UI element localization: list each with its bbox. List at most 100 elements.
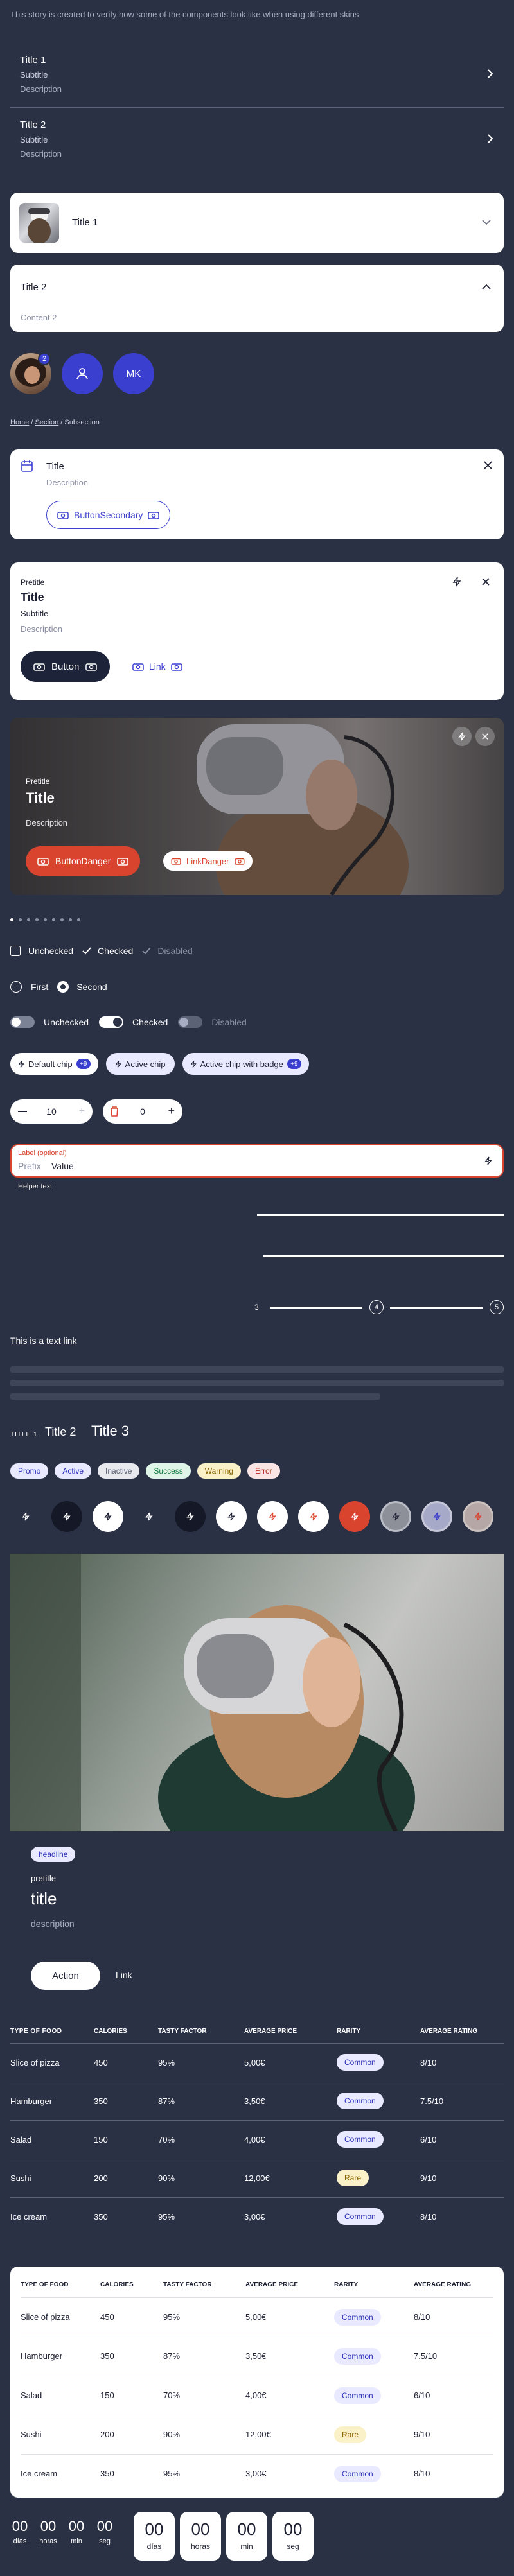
- chip-default[interactable]: Default chip +9: [10, 1053, 98, 1075]
- breadcrumb-section[interactable]: Section: [35, 419, 59, 426]
- table-cell: 90%: [163, 2430, 181, 2439]
- countdown-value: 00: [191, 2519, 210, 2539]
- icon-button-row: [10, 1501, 493, 1532]
- data-card: Pretitle Title Subtitle Description Butt…: [10, 562, 504, 700]
- radio-unselected[interactable]: [10, 981, 22, 993]
- countdown-label: seg: [99, 2537, 111, 2545]
- camera-icon: [57, 510, 69, 519]
- card-description: description: [31, 1919, 75, 1929]
- check-icon[interactable]: [142, 947, 152, 955]
- lightning-icon[interactable]: [298, 1501, 329, 1532]
- switch-disabled[interactable]: [178, 1016, 203, 1028]
- lightning-icon[interactable]: [216, 1501, 247, 1532]
- danger-link[interactable]: LinkDanger: [163, 851, 253, 871]
- table-cell: 87%: [163, 2351, 181, 2361]
- primary-button[interactable]: Button: [21, 651, 111, 682]
- countdown-label: min: [71, 2537, 82, 2545]
- lightning-icon[interactable]: [93, 1501, 123, 1532]
- table-cell: 12,00€: [245, 2430, 271, 2439]
- field-prefix: Prefix: [18, 1161, 41, 1171]
- tag-warning: Warning: [197, 1463, 241, 1479]
- danger-button[interactable]: ButtonDanger: [26, 846, 141, 876]
- primary-button-label: Button: [51, 661, 80, 672]
- lightning-icon[interactable]: [175, 1501, 206, 1532]
- lightning-icon[interactable]: [134, 1501, 164, 1532]
- table-cell: 12,00€: [244, 2173, 270, 2183]
- skeleton-line: [10, 1380, 504, 1386]
- list-item[interactable]: Title 1 Subtitle Description: [10, 46, 504, 104]
- lightning-icon[interactable]: [452, 727, 472, 746]
- radio-selected[interactable]: [57, 981, 69, 993]
- table-cell: 4,00€: [245, 2390, 267, 2400]
- list-item-title: Title 1: [20, 55, 46, 65]
- plus-icon[interactable]: +: [168, 1105, 175, 1117]
- action-link[interactable]: Link: [116, 1970, 132, 1980]
- lightning-icon[interactable]: [339, 1501, 370, 1532]
- checkbox-label: Checked: [98, 946, 134, 956]
- page-dot[interactable]: [69, 918, 72, 921]
- rarity-badge: Rare: [334, 2426, 367, 2443]
- step-circle: 4: [369, 1300, 384, 1314]
- food-table-card: TYPE OF FOOD CALORIES TASTY FACTOR AVERA…: [10, 2267, 504, 2498]
- tag-group: Promo Active Inactive Success Warning Er…: [10, 1463, 280, 1479]
- switch-label: Checked: [132, 1017, 168, 1027]
- list-item[interactable]: Title 2 Subtitle Description: [10, 111, 504, 169]
- table-cell: 95%: [163, 2469, 181, 2479]
- lightning-icon[interactable]: [380, 1501, 411, 1532]
- page-dot[interactable]: [44, 918, 47, 921]
- card-title: Title: [26, 790, 55, 806]
- page-dot[interactable]: [27, 918, 30, 921]
- lightning-icon[interactable]: [463, 1501, 493, 1532]
- table-cell: 350: [94, 2211, 108, 2222]
- page-dot[interactable]: [60, 918, 64, 921]
- page-dot[interactable]: [52, 918, 55, 921]
- tag-error: Error: [247, 1463, 280, 1479]
- camera-icon: [235, 857, 245, 865]
- column-header: CALORIES: [94, 2028, 127, 2035]
- lightning-icon[interactable]: [10, 1501, 41, 1532]
- card-pretitle: Pretitle: [21, 578, 45, 587]
- action-button[interactable]: Action: [31, 1962, 100, 1990]
- rarity-badge: Common: [334, 2347, 381, 2365]
- chevron-up-icon: [482, 284, 491, 290]
- step-circle: 5: [490, 1300, 504, 1314]
- close-icon[interactable]: [475, 727, 495, 746]
- chip-active-badge[interactable]: Active chip with badge +9: [182, 1053, 309, 1075]
- breadcrumb-home[interactable]: Home: [10, 419, 29, 426]
- lightning-icon[interactable]: [484, 1156, 492, 1166]
- text-field[interactable]: Label (optional) Prefix Value: [10, 1144, 504, 1178]
- switch-off[interactable]: [10, 1016, 35, 1028]
- page-dot[interactable]: [19, 918, 22, 921]
- lightning-icon[interactable]: [452, 577, 461, 587]
- lightning-icon[interactable]: [421, 1501, 452, 1532]
- page-dot[interactable]: [10, 918, 13, 921]
- checkbox-group: Unchecked Checked Disabled: [10, 946, 193, 956]
- rarity-badge: Common: [337, 2054, 384, 2071]
- lightning-icon[interactable]: [51, 1501, 82, 1532]
- check-icon[interactable]: [82, 947, 91, 955]
- list-item-subtitle: Subtitle: [20, 70, 48, 80]
- accordion-item-1[interactable]: Title 1: [10, 193, 504, 253]
- switch-label: Disabled: [211, 1017, 247, 1027]
- table-row: Ice cream 350 95% 3,00€ Common 8/10: [10, 2197, 504, 2236]
- page-dot[interactable]: [35, 918, 39, 921]
- table-cell: 350: [94, 2096, 108, 2106]
- table-cell: Hamburger: [10, 2096, 53, 2106]
- countdown-label: horas: [39, 2537, 57, 2545]
- page-dot[interactable]: [77, 918, 80, 921]
- close-icon[interactable]: [482, 578, 490, 586]
- switch-on[interactable]: [99, 1016, 124, 1028]
- lightning-icon[interactable]: [257, 1501, 288, 1532]
- column-header: TYPE OF FOOD: [10, 2028, 62, 2035]
- secondary-button[interactable]: ButtonSecondary: [46, 501, 171, 529]
- checkbox-unchecked[interactable]: [10, 946, 21, 956]
- table-cell: Hamburger: [21, 2351, 63, 2361]
- countdown-value: 00: [12, 2518, 28, 2534]
- text-link[interactable]: This is a text link: [10, 1336, 76, 1346]
- link-button[interactable]: Link: [132, 651, 182, 682]
- plus-icon[interactable]: +: [79, 1106, 85, 1117]
- chip-active[interactable]: Active chip: [105, 1053, 175, 1075]
- table-cell: 4,00€: [244, 2134, 265, 2145]
- close-icon[interactable]: [484, 461, 492, 469]
- accordion-item-2[interactable]: Title 2 Content 2: [10, 265, 504, 332]
